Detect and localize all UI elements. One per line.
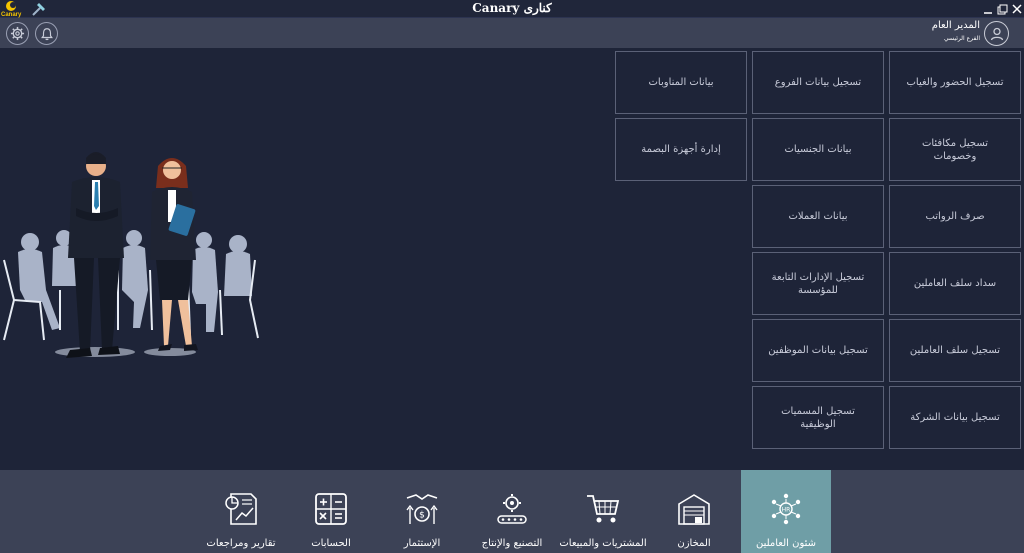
- tile-job-titles[interactable]: تسجيل المسميات الوظيفية: [752, 386, 884, 449]
- reports-icon: [225, 493, 257, 525]
- user-icon: [990, 27, 1003, 40]
- cart-icon: [587, 495, 620, 523]
- tile-company[interactable]: تسجيل بيانات الشركة: [889, 386, 1021, 449]
- tile-label: تسجيل سلف العاملين: [909, 345, 1001, 356]
- nav-hr[interactable]: HR شئون العاملين: [741, 470, 831, 553]
- title-bar: Canary Canary كنارى: [0, 0, 1024, 18]
- nav-label: المخازن: [677, 538, 711, 549]
- calculator-icon: [315, 493, 347, 525]
- nav-accounts[interactable]: الحسابات: [286, 470, 376, 553]
- warehouse-icon: [678, 494, 710, 525]
- nav-label: الإستثمار: [403, 538, 441, 549]
- tile-employee-loans[interactable]: تسجيل سلف العاملين: [889, 319, 1021, 382]
- tile-label: سداد سلف العاملين: [913, 278, 997, 289]
- nav-warehouses[interactable]: المخازن: [649, 470, 739, 553]
- tile-label: تسجيل الإدارات التابعة للمؤسسة: [771, 271, 865, 296]
- nav-label: شئون العاملين: [755, 538, 817, 549]
- tile-loan-repayment[interactable]: سداد سلف العاملين: [889, 252, 1021, 315]
- tile-label: بيانات الجنسيات: [784, 144, 852, 155]
- tile-departments[interactable]: تسجيل الإدارات التابعة للمؤسسة: [752, 252, 884, 315]
- tile-label: تسجيل بيانات الموظفين: [768, 345, 868, 356]
- restore-icon[interactable]: [996, 1, 1008, 15]
- tile-label: تسجيل بيانات الفروع: [774, 77, 862, 88]
- top-bar: [0, 18, 1024, 48]
- tile-label: تسجيل الحضور والغياب: [906, 77, 1004, 88]
- user-branch: الفرع الرئيسي: [944, 35, 980, 42]
- user-name: المدير العام: [931, 20, 980, 31]
- tile-label: تسجيل مكافئات وخصومات: [921, 137, 989, 162]
- tile-label: تسجيل المسميات الوظيفية: [781, 405, 855, 430]
- tile-label: إدارة أجهزة البصمة: [641, 144, 721, 155]
- tile-label: بيانات العملات: [788, 211, 848, 222]
- tile-salaries[interactable]: صرف الرواتب: [889, 185, 1021, 248]
- svg-text:HR: HR: [782, 507, 791, 514]
- settings-button[interactable]: [6, 22, 29, 45]
- tile-attendance[interactable]: تسجيل الحضور والغياب: [889, 51, 1021, 114]
- nav-label: تقارير ومراجعات: [206, 538, 276, 549]
- tile-employees[interactable]: تسجيل بيانات الموظفين: [752, 319, 884, 382]
- gear-icon: [10, 26, 25, 41]
- tile-bonuses-deductions[interactable]: تسجيل مكافئات وخصومات: [889, 118, 1021, 181]
- nav-manufacturing[interactable]: التصنيع والإنتاج: [467, 470, 557, 553]
- svg-text:$: $: [419, 511, 425, 521]
- manufacturing-icon: [497, 494, 527, 524]
- nav-investment[interactable]: $ الإستثمار: [377, 470, 467, 553]
- nav-label: التصنيع والإنتاج: [481, 538, 543, 549]
- window-title: Canary كنارى: [472, 1, 552, 15]
- tile-label: تسجيل بيانات الشركة: [910, 412, 1000, 423]
- business-people-illustration: [0, 140, 262, 375]
- avatar[interactable]: [984, 21, 1009, 46]
- notifications-button[interactable]: [35, 22, 58, 45]
- tile-label: صرف الرواتب: [925, 211, 985, 222]
- nav-reports[interactable]: تقارير ومراجعات: [196, 470, 286, 553]
- close-icon[interactable]: [1011, 1, 1023, 15]
- tile-branches[interactable]: تسجيل بيانات الفروع: [752, 51, 884, 114]
- tile-fingerprint-devices[interactable]: إدارة أجهزة البصمة: [615, 118, 747, 181]
- tile-shifts[interactable]: بيانات المناوبات: [615, 51, 747, 114]
- minimize-icon[interactable]: [982, 1, 994, 15]
- tile-nationalities[interactable]: بيانات الجنسيات: [752, 118, 884, 181]
- nav-purchases-sales[interactable]: المشتريات والمبيعات: [558, 470, 648, 553]
- tile-label: بيانات المناوبات: [648, 77, 714, 88]
- hr-people-icon: HR: [771, 493, 801, 525]
- investment-icon: $: [406, 494, 438, 524]
- bell-icon: [40, 27, 53, 40]
- tile-currencies[interactable]: بيانات العملات: [752, 185, 884, 248]
- nav-label: المشتريات والمبيعات: [559, 538, 647, 549]
- nav-label: الحسابات: [311, 538, 351, 549]
